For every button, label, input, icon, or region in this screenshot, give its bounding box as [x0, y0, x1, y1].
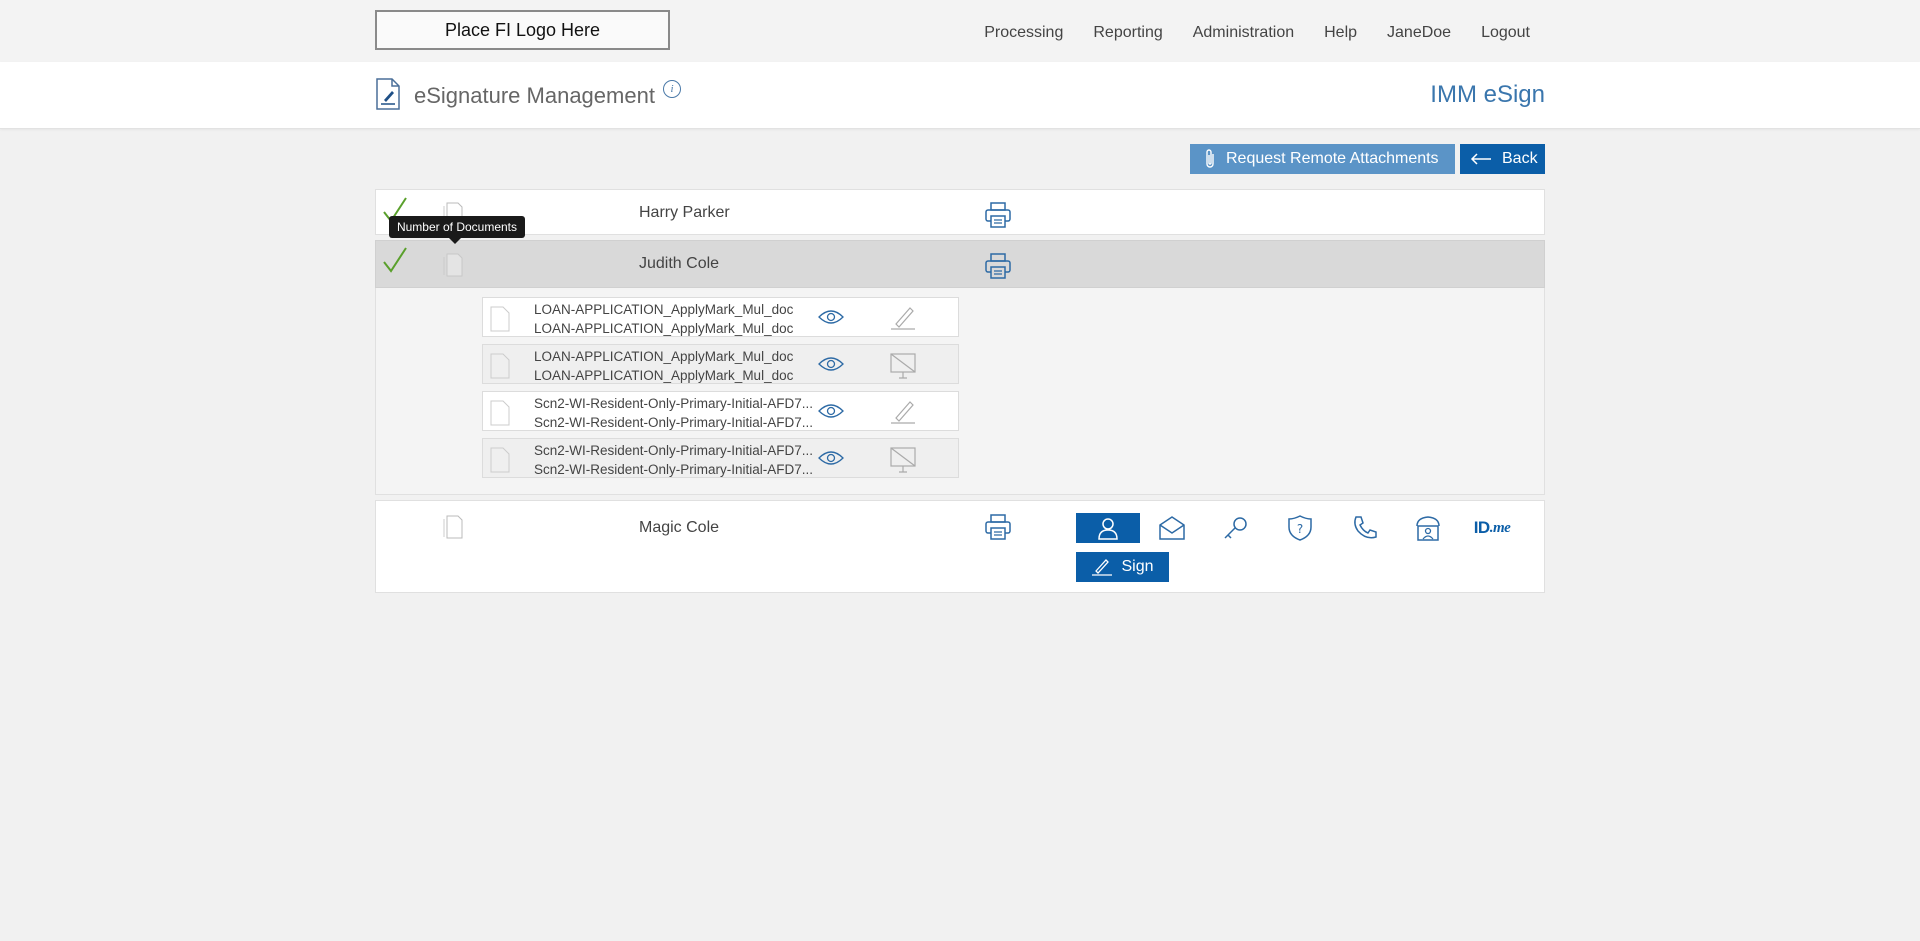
document-item[interactable]: LOAN-APPLICATION_ApplyMark_Mul_doc LOAN-A… [482, 297, 959, 337]
view-eye-icon[interactable] [818, 403, 844, 424]
file-icon [490, 306, 510, 337]
auth-email-icon[interactable] [1140, 513, 1204, 543]
sign-label: Sign [1121, 558, 1154, 575]
auth-in-person-user-icon[interactable] [1076, 513, 1140, 543]
printer-icon[interactable] [984, 513, 1012, 546]
signer-row[interactable]: Magic Cole ? ID .me Sign [375, 500, 1545, 593]
document-count-icon[interactable] [443, 253, 463, 282]
auth-question-shield-icon[interactable]: ? [1268, 513, 1332, 543]
document-count-tooltip: Number of Documents [389, 216, 525, 244]
document-name-secondary: Scn2-WI-Resident-Only-Primary-Initial-AF… [534, 415, 814, 430]
document-item[interactable]: LOAN-APPLICATION_ApplyMark_Mul_doc LOAN-A… [482, 344, 959, 384]
idme-main: ID [1473, 518, 1491, 537]
screen-disabled-icon [888, 352, 918, 385]
auth-idme-logo[interactable]: ID .me [1460, 513, 1524, 543]
file-icon [490, 353, 510, 384]
document-count-icon[interactable] [443, 515, 463, 544]
signer-name: Magic Cole [639, 519, 720, 536]
auth-id-card-icon[interactable] [1396, 513, 1460, 543]
printer-icon[interactable] [984, 252, 1012, 285]
nav-user[interactable]: JaneDoe [1387, 24, 1451, 42]
auth-phone-icon[interactable] [1332, 513, 1396, 543]
logo-placeholder: Place FI Logo Here [375, 10, 670, 50]
signer-row[interactable]: Harry Parker [375, 189, 1545, 235]
nav-help[interactable]: Help [1324, 24, 1357, 42]
page-header: eSignature Management i IMM eSign [0, 62, 1920, 129]
check-icon [382, 246, 408, 279]
back-label: Back [1502, 150, 1538, 167]
document-item[interactable]: Scn2-WI-Resident-Only-Primary-Initial-AF… [482, 438, 959, 478]
printer-icon[interactable] [984, 201, 1012, 234]
paperclip-icon [1206, 149, 1214, 168]
info-icon[interactable]: i [663, 80, 681, 98]
nav-processing[interactable]: Processing [984, 24, 1063, 42]
nav-reporting[interactable]: Reporting [1093, 24, 1162, 42]
sign-pen-icon[interactable] [888, 305, 918, 336]
document-name: Scn2-WI-Resident-Only-Primary-Initial-AF… [534, 396, 814, 411]
file-icon [490, 400, 510, 431]
request-remote-attachments-button[interactable]: Request Remote Attachments [1190, 144, 1455, 174]
screen-disabled-icon [888, 446, 918, 479]
svg-text:?: ? [1297, 522, 1303, 536]
view-eye-icon[interactable] [818, 450, 844, 471]
nav-logout[interactable]: Logout [1481, 24, 1530, 42]
esignature-document-icon [375, 78, 401, 115]
brand-title: IMM eSign [1430, 81, 1545, 108]
page-title: eSignature Management [414, 83, 655, 108]
document-name: LOAN-APPLICATION_ApplyMark_Mul_doc [534, 302, 794, 317]
sign-button[interactable]: Sign [1076, 552, 1169, 582]
document-name: LOAN-APPLICATION_ApplyMark_Mul_doc [534, 349, 794, 364]
document-name-secondary: LOAN-APPLICATION_ApplyMark_Mul_doc [534, 321, 794, 336]
sign-pen-icon [1092, 559, 1113, 576]
file-icon [490, 447, 510, 478]
document-item[interactable]: Scn2-WI-Resident-Only-Primary-Initial-AF… [482, 391, 959, 431]
view-eye-icon[interactable] [818, 309, 844, 330]
arrow-left-icon [1470, 153, 1491, 165]
document-name-secondary: Scn2-WI-Resident-Only-Primary-Initial-AF… [534, 462, 814, 477]
main-nav: Processing Reporting Administration Help… [954, 0, 1530, 66]
sign-pen-icon[interactable] [888, 399, 918, 430]
document-name-secondary: LOAN-APPLICATION_ApplyMark_Mul_doc [534, 368, 794, 383]
request-remote-label: Request Remote Attachments [1226, 150, 1439, 167]
document-name: Scn2-WI-Resident-Only-Primary-Initial-AF… [534, 443, 814, 458]
back-button[interactable]: Back [1460, 144, 1545, 174]
signer-row-expanded[interactable]: Judith Cole [375, 240, 1545, 288]
idme-suffix: .me [1489, 519, 1511, 536]
view-eye-icon[interactable] [818, 356, 844, 377]
auth-key-icon[interactable] [1204, 513, 1268, 543]
signer-name: Harry Parker [639, 204, 730, 221]
nav-administration[interactable]: Administration [1193, 24, 1294, 42]
signer-name: Judith Cole [639, 255, 720, 272]
